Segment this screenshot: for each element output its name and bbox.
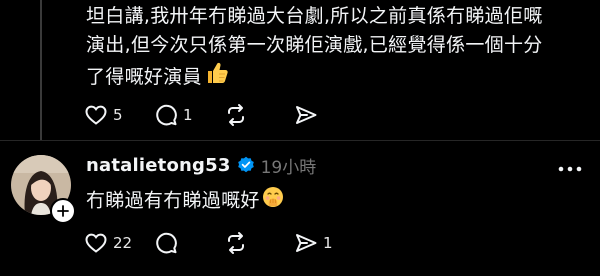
username[interactable]: natalietong53: [86, 155, 231, 176]
reply-comment-button[interactable]: 1: [154, 100, 224, 130]
comment-actions: 22 1: [84, 228, 364, 258]
more-icon: [558, 166, 582, 172]
comment-repost-button[interactable]: [224, 228, 294, 258]
comment-icon: [156, 104, 177, 126]
comment-like-count: 22: [113, 234, 133, 252]
reply-repost-button[interactable]: [224, 100, 294, 130]
thread-connector-line: [40, 0, 42, 140]
reply-line-3: 了得嘅好演員: [86, 60, 591, 95]
heart-icon: [85, 233, 107, 253]
reply-line-2: 演出,但今次只係第一次睇佢演戲,已經覺得係一個十分: [86, 34, 543, 56]
reply-actions: 5 1: [84, 100, 364, 130]
comment-like-button[interactable]: 22: [84, 228, 154, 258]
plus-icon: [57, 205, 69, 217]
more-options-button[interactable]: [556, 160, 584, 172]
comment-body: 冇睇過有冇睇過嘅好: [86, 186, 284, 216]
reply-body: 坦白講,我卅年冇睇過大台劇,所以之前真係冇睇過佢嘅 演出,但今次只係第一次睇佢演…: [86, 2, 591, 95]
threads-page: 坦白講,我卅年冇睇過大台劇,所以之前真係冇睇過佢嘅 演出,但今次只係第一次睇佢演…: [0, 0, 600, 276]
timestamp: 19小時: [260, 157, 317, 178]
comment-icon: [156, 232, 177, 254]
repost-icon: [228, 232, 244, 254]
reply-like-button[interactable]: 5: [84, 100, 154, 130]
heart-icon: [85, 105, 107, 125]
reply-line-1: 坦白講,我卅年冇睇過大台劇,所以之前真係冇睇過佢嘅: [86, 5, 543, 27]
divider: [0, 140, 600, 141]
verified-badge-icon: [237, 156, 255, 174]
share-icon: [296, 106, 317, 124]
comment-header: natalietong53 19小時: [86, 152, 316, 178]
thumbs-up-icon: [204, 60, 230, 95]
repost-icon: [228, 104, 244, 126]
comment-comment-button[interactable]: [154, 228, 224, 258]
reply-line-3-text: 了得嘅好演員: [86, 66, 202, 88]
reply-share-button[interactable]: [294, 100, 364, 130]
follow-plus-button[interactable]: [50, 198, 76, 224]
comment-share-count: 1: [323, 234, 333, 252]
comment-share-button[interactable]: 1: [294, 228, 364, 258]
reply-like-count: 5: [113, 106, 123, 124]
comment-text: 冇睇過有冇睇過嘅好: [86, 189, 260, 212]
share-icon: [296, 234, 317, 252]
reply-comment-count: 1: [183, 106, 193, 124]
hand-over-mouth-icon: [262, 186, 284, 216]
